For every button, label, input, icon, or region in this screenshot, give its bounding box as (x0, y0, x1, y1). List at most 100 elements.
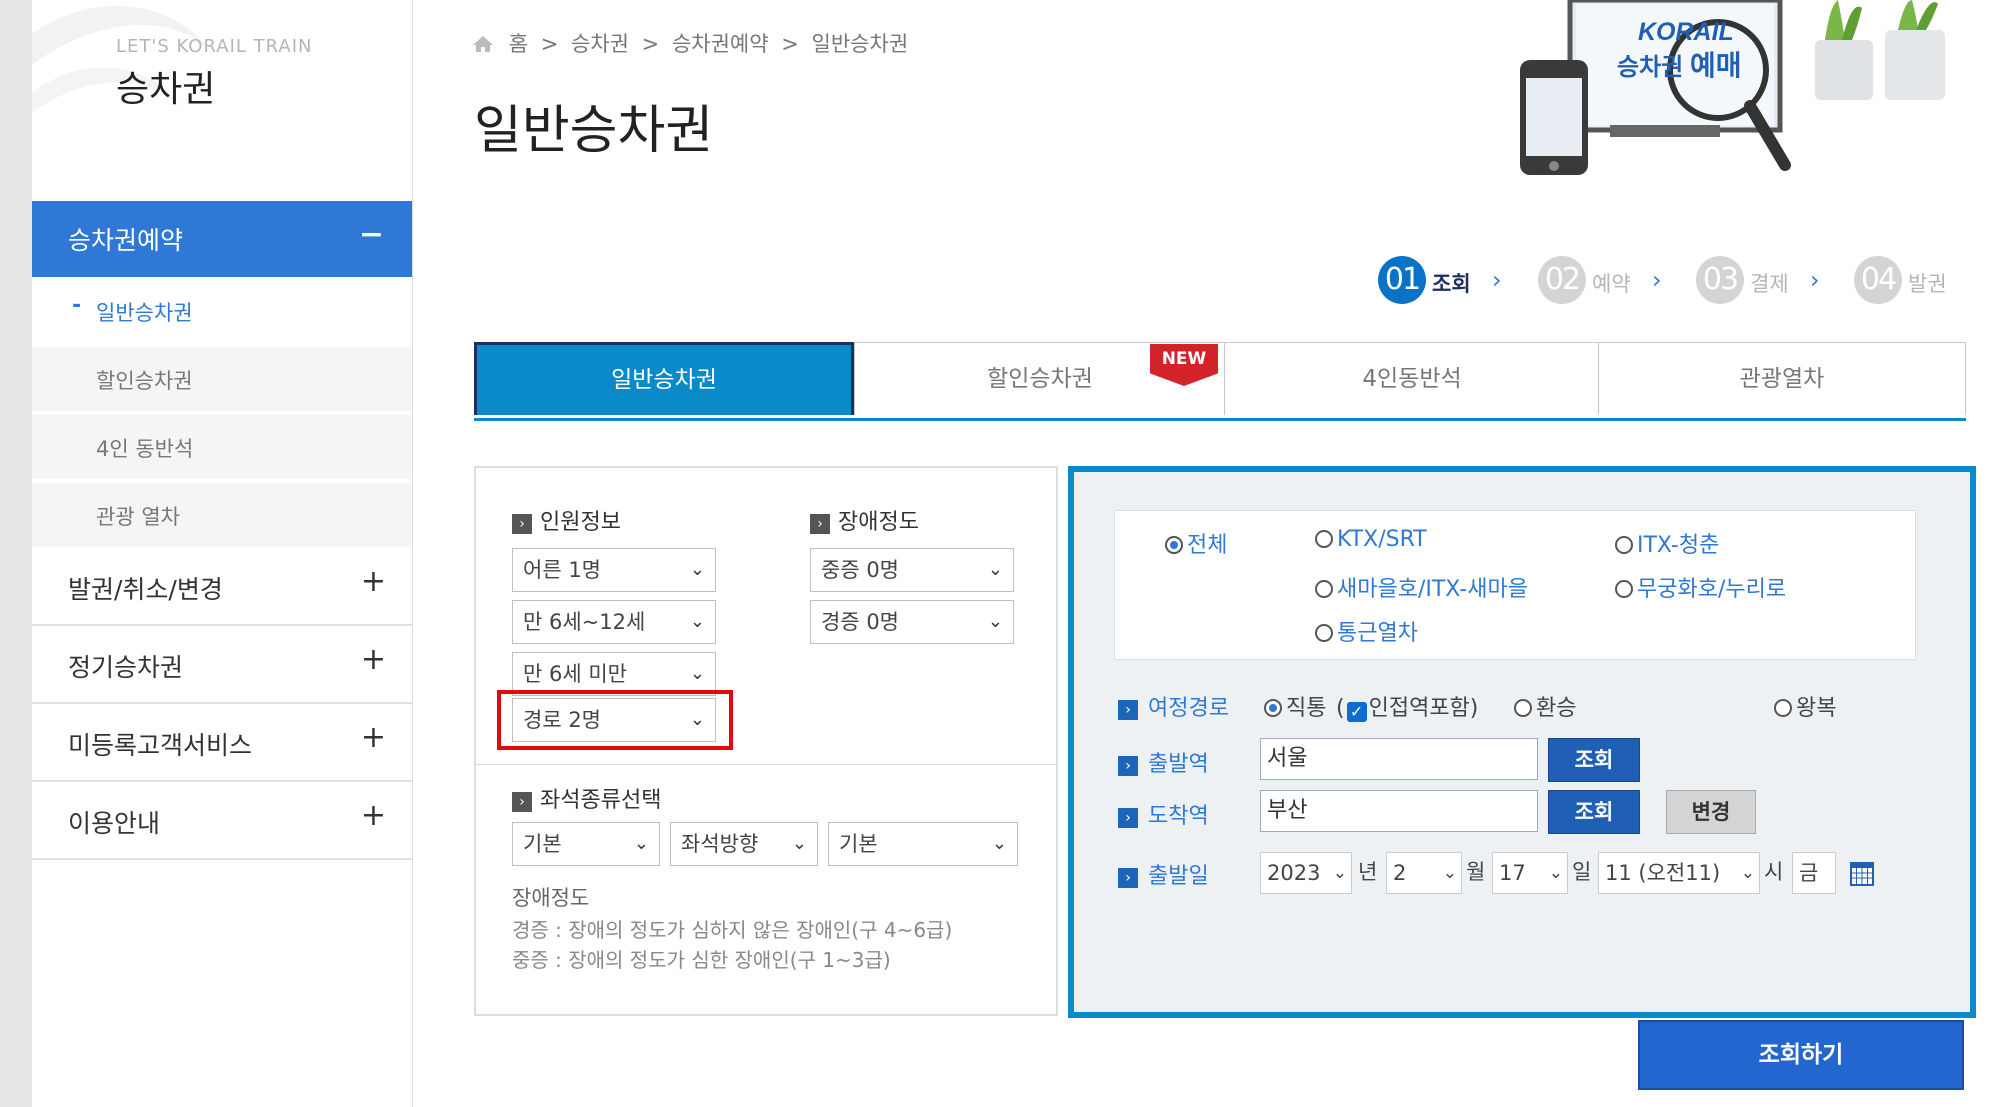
banner-brand: KORAIL (1638, 18, 1734, 46)
adult-count-select[interactable]: 어른 1명 ⌄ (512, 548, 716, 592)
mild-disability-select[interactable]: 경증 0명 ⌄ (810, 600, 1014, 644)
chevron-down-icon: ⌄ (1740, 863, 1755, 883)
left-rail (0, 0, 32, 1107)
banner-text-booking: 예매 (1690, 49, 1742, 82)
chevron-down-icon: ⌄ (987, 559, 1003, 580)
breadcrumb-ticket[interactable]: 승차권 (571, 32, 629, 56)
tab-four-seat[interactable]: 4인동반석 (1224, 342, 1600, 415)
train-type-mugunghwa-radio[interactable]: 무궁화호/누리로 (1615, 571, 1786, 603)
menu-label: 발권/취소/변경 (68, 575, 223, 604)
sidebar-item-general-ticket[interactable]: - 일반승차권 (32, 278, 412, 343)
menu-label: 미등록고객서비스 (68, 731, 253, 760)
breadcrumb-separator: > (641, 32, 660, 56)
seat-direction-select[interactable]: 좌석방향 ⌄ (670, 822, 818, 866)
section-divider (476, 764, 1056, 765)
sidebar-menu-issue-cancel[interactable]: 발권/취소/변경 + (32, 550, 412, 626)
month-select[interactable]: 2 ⌄ (1386, 852, 1462, 894)
menu-label: 승차권예약 (68, 226, 184, 255)
seat-option-select[interactable]: 기본 ⌄ (828, 822, 1018, 866)
step-number: 04 (1854, 256, 1902, 304)
seat-type-select[interactable]: 기본 ⌄ (512, 822, 660, 866)
tab-tour-train[interactable]: 관광열차 (1598, 342, 1966, 415)
departure-station-input[interactable]: 서울 (1260, 738, 1538, 780)
radio-circle (1615, 536, 1633, 554)
breadcrumb: 홈 > 승차권 > 승차권예약 > 일반승차권 (472, 28, 914, 58)
search-trains-button[interactable]: 조회하기 (1638, 1020, 1964, 1090)
sidebar-title: 승차권 (116, 69, 216, 110)
radio-circle (1615, 580, 1633, 598)
sidebar-item-discount-ticket[interactable]: 할인승차권 (32, 346, 412, 411)
arrival-search-button[interactable]: 조회 (1548, 790, 1640, 834)
radio-circle (1315, 530, 1333, 548)
train-type-ktx-radio[interactable]: KTX/SRT (1315, 527, 1427, 552)
step-label: 조회 (1432, 272, 1471, 296)
arrow-box-icon: › (1118, 808, 1138, 828)
seat-type-heading: › 좌석종류선택 (512, 782, 661, 814)
hour-select[interactable]: 11 (오전11) ⌄ (1598, 852, 1760, 894)
severe-disability-select[interactable]: 중증 0명 ⌄ (810, 548, 1014, 592)
ticket-booking-illustration: KORAIL 승차권 예매 (1520, 0, 1945, 175)
breadcrumb-separator: > (781, 32, 799, 56)
chevron-down-icon: ⌄ (689, 611, 705, 632)
chevron-down-icon: ⌄ (633, 833, 649, 854)
breadcrumb-reservation[interactable]: 승차권예약 (672, 32, 769, 56)
child-count-select[interactable]: 만 6세~12세 ⌄ (512, 600, 716, 644)
route-panel: 전체 KTX/SRT ITX-청춘 새마을호/ITX-새마을 무궁화호/누리로 … (1068, 466, 1976, 1018)
highlight-box (497, 690, 733, 750)
passenger-panel: › 인원정보 › 장애정도 어른 1명 ⌄ 만 6세~12세 ⌄ 만 6세 미만 ⌄ 경로… (474, 466, 1058, 1016)
disability-note-title: 장애정도 (512, 886, 590, 910)
radio-circle (1315, 580, 1333, 598)
ticket-type-tabs: 일반승차권 할인승차권 4인동반석 관광열차 (474, 342, 1966, 421)
chevron-down-icon: ⌄ (689, 663, 705, 684)
train-type-itx-cheongchun-radio[interactable]: ITX-청춘 (1615, 527, 1719, 559)
day-unit: 일 (1572, 860, 1592, 884)
train-type-all-radio[interactable]: 전체 (1165, 527, 1227, 559)
sidebar-item-label: 관광 열차 (96, 505, 180, 529)
adjacent-station-checkbox[interactable]: (✓ 인접역포함) (1336, 690, 1478, 722)
departure-label: › 출발역 (1118, 746, 1209, 778)
sidebar-item-tour-train[interactable]: 관광 열차 (32, 482, 412, 547)
swap-stations-button[interactable]: 변경 (1666, 790, 1756, 834)
step-label: 결제 (1750, 272, 1789, 296)
train-type-saemaeul-radio[interactable]: 새마을호/ITX-새마을 (1315, 571, 1528, 603)
train-type-panel: 전체 KTX/SRT ITX-청춘 새마을호/ITX-새마을 무궁화호/누리로 … (1114, 510, 1916, 660)
sidebar-subtitle: LET'S KORAIL TRAIN (116, 36, 313, 57)
sidebar-menu-guest-service[interactable]: 미등록고객서비스 + (32, 706, 412, 782)
page-title: 일반승차권 (474, 101, 714, 161)
departure-search-button[interactable]: 조회 (1548, 738, 1640, 782)
route-round-trip-radio[interactable]: 왕복 (1774, 690, 1836, 722)
sidebar-menu-season-ticket[interactable]: 정기승차권 + (32, 628, 412, 704)
radio-circle (1315, 624, 1333, 642)
tab-general-ticket[interactable]: 일반승차권 (474, 342, 854, 415)
disability-note-severe: 중증 : 장애의 정도가 심한 장애인(구 1~3급) (512, 948, 891, 972)
sidebar-menu-guide[interactable]: 이용안내 + (32, 784, 412, 860)
chevron-right-icon: › (1810, 266, 1820, 294)
step-number: 01 (1378, 256, 1426, 304)
chevron-down-icon: ⌄ (991, 833, 1007, 854)
radio-circle (1264, 699, 1282, 717)
breadcrumb-current: 일반승차권 (811, 32, 909, 56)
route-transfer-radio[interactable]: 환승 (1514, 690, 1576, 722)
arrow-box-icon: › (512, 792, 532, 812)
arrow-box-icon: › (1118, 868, 1138, 888)
arrow-box-icon: › (810, 514, 830, 534)
sidebar-item-label: 할인승차권 (96, 369, 193, 393)
sidebar-item-four-seat[interactable]: 4인 동반석 (32, 414, 412, 479)
year-unit: 년 (1358, 860, 1378, 884)
route-direct-radio[interactable]: 직통 (1264, 690, 1326, 722)
step-label: 발권 (1908, 272, 1947, 296)
home-icon[interactable] (472, 35, 494, 53)
dash-icon: - (72, 293, 82, 318)
sidebar-menu-ticket-reservation[interactable]: 승차권예약 − (32, 201, 412, 277)
train-type-commuter-radio[interactable]: 통근열차 (1315, 615, 1418, 647)
day-select[interactable]: 17 ⌄ (1492, 852, 1568, 894)
sidebar-header: LET'S KORAIL TRAIN 승차권 (32, 0, 412, 200)
year-select[interactable]: 2023 ⌄ (1260, 852, 1352, 894)
chevron-down-icon: ⌄ (1442, 863, 1457, 883)
breadcrumb-home[interactable]: 홈 (509, 32, 528, 56)
chevron-right-icon: › (1652, 266, 1662, 294)
disability-note-mild: 경증 : 장애의 정도가 심하지 않은 장애인(구 4~6급) (512, 918, 953, 942)
chevron-down-icon: ⌄ (791, 833, 807, 854)
arrival-station-input[interactable]: 부산 (1260, 790, 1538, 832)
calendar-icon[interactable] (1850, 860, 1874, 886)
